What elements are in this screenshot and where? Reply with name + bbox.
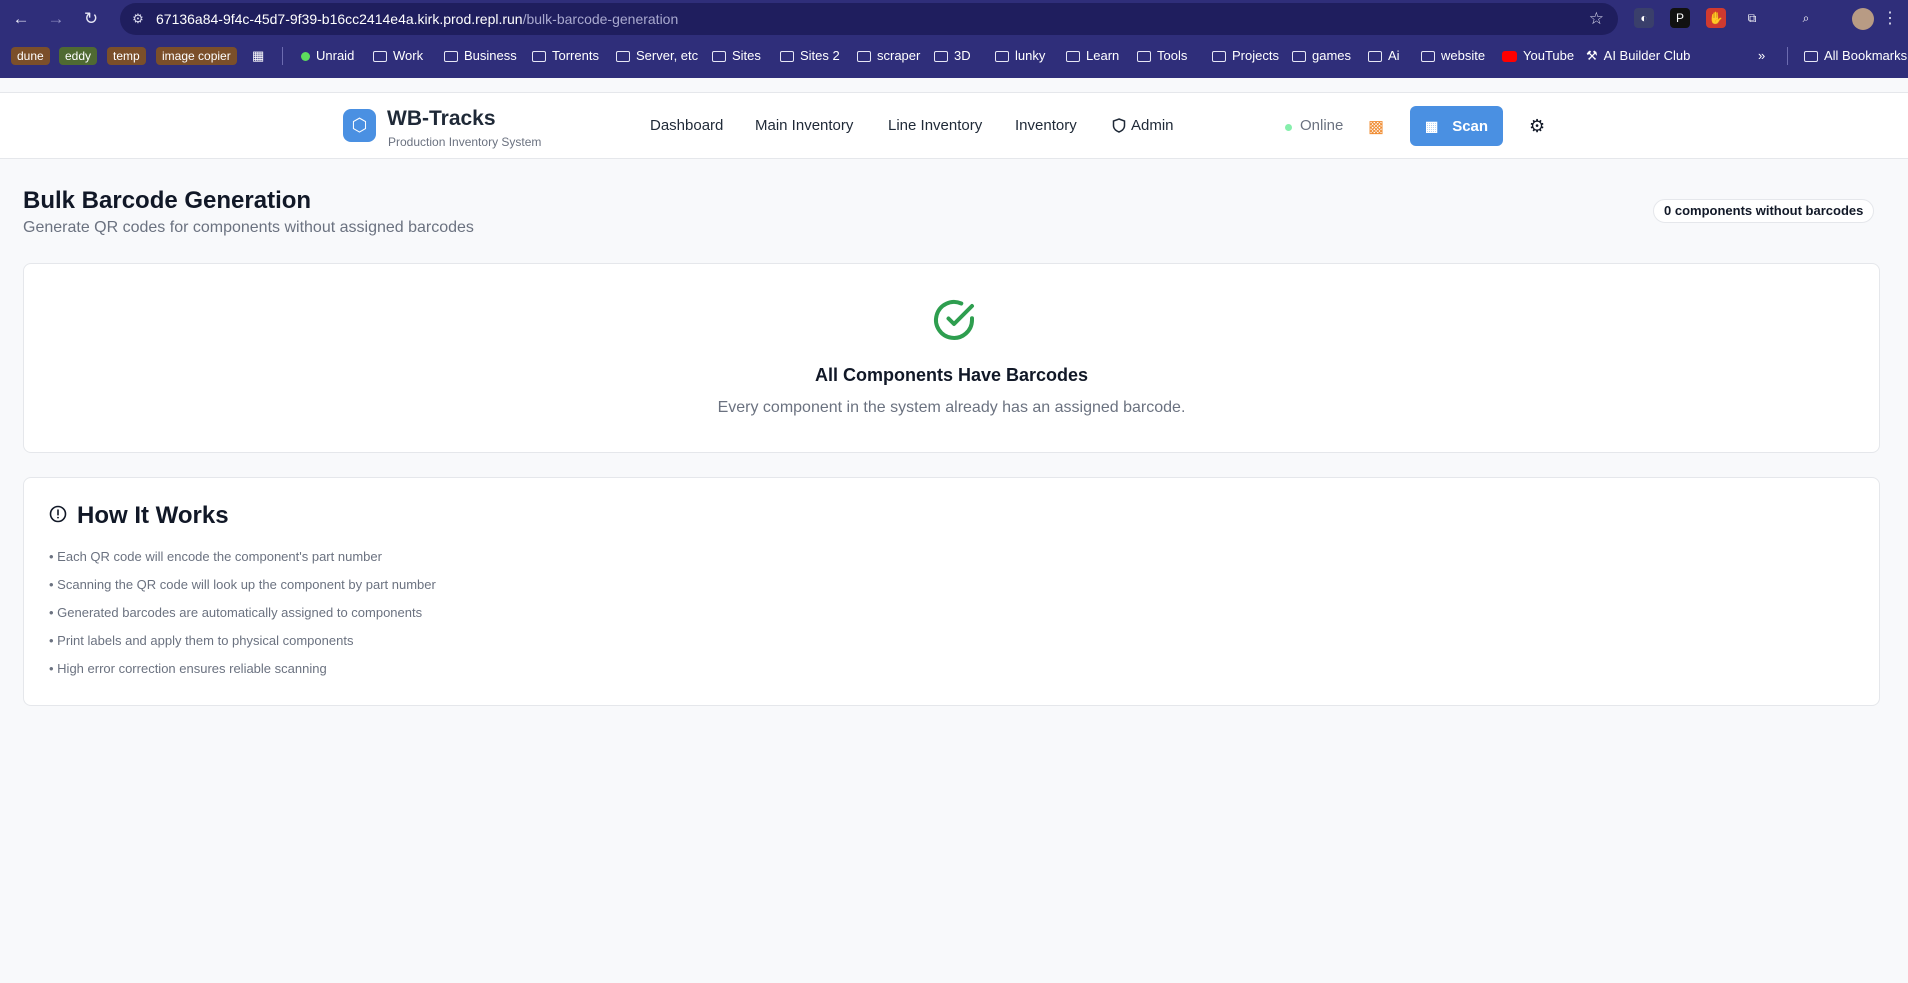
nav-dashboard[interactable]: Dashboard bbox=[650, 117, 723, 134]
brand-name[interactable]: WB-Tracks bbox=[387, 107, 496, 131]
url-text[interactable]: 67136a84-9f4c-45d7-9f39-b16cc2414e4a.kir… bbox=[156, 11, 678, 27]
list-item: • Scanning the QR code will look up the … bbox=[49, 577, 436, 592]
status-badge: 0 components without barcodes bbox=[1653, 199, 1875, 223]
folder-icon bbox=[1212, 50, 1226, 62]
bookmark-folder[interactable]: Work bbox=[373, 46, 423, 66]
how-it-works-title: How It Works bbox=[77, 502, 229, 529]
bookmark-folder[interactable]: Ai bbox=[1368, 46, 1400, 66]
page-subtitle: Generate QR codes for components without… bbox=[23, 219, 474, 236]
extension-icon[interactable]: P bbox=[1670, 8, 1690, 28]
bookmark-folder[interactable]: website bbox=[1421, 46, 1485, 66]
reload-icon[interactable]: ↻ bbox=[79, 7, 103, 31]
folder-icon bbox=[373, 50, 387, 62]
folder-icon bbox=[616, 50, 630, 62]
bookmarks-overflow[interactable]: » bbox=[1758, 46, 1765, 66]
tab-search-icon[interactable]: ⌕ bbox=[1796, 8, 1816, 28]
cube-icon[interactable]: ⬡ bbox=[343, 109, 376, 142]
list-item: • Generated barcodes are automatically a… bbox=[49, 605, 423, 620]
more-icon[interactable]: ⋮ bbox=[1882, 8, 1898, 28]
bookmark-pill[interactable]: temp bbox=[107, 47, 146, 65]
how-it-works-card: How It Works • Each QR code will encode … bbox=[23, 477, 1880, 706]
browser-chrome: ← → ↻ ⚙ 67136a84-9f4c-45d7-9f39-b16cc241… bbox=[0, 0, 1908, 78]
scan-label: Scan bbox=[1452, 117, 1489, 135]
bookmarks-bar: dune eddy temp image copier ▦ Unraid Wor… bbox=[0, 42, 1908, 70]
qr-code-icon[interactable]: ▩ bbox=[1368, 118, 1386, 136]
bookmark-pill[interactable]: eddy bbox=[59, 47, 98, 65]
shield-icon bbox=[1112, 118, 1126, 133]
folder-icon bbox=[857, 50, 871, 62]
how-it-works-list: • Each QR code will encode the component… bbox=[49, 549, 436, 689]
gear-icon[interactable]: ⚙ bbox=[1529, 116, 1545, 137]
address-row: ← → ↻ ⚙ 67136a84-9f4c-45d7-9f39-b16cc241… bbox=[0, 0, 1908, 38]
brand-tagline: Production Inventory System bbox=[388, 135, 542, 149]
folder-icon bbox=[444, 50, 458, 62]
forward-icon[interactable]: → bbox=[44, 7, 68, 31]
check-circle-icon bbox=[934, 299, 974, 340]
hammer-icon: ⚒ bbox=[1586, 48, 1598, 63]
youtube-icon bbox=[1502, 50, 1517, 62]
unraid-icon bbox=[301, 51, 310, 61]
nav-inventory[interactable]: Inventory bbox=[1015, 117, 1077, 134]
all-done-card: All Components Have Barcodes Every compo… bbox=[23, 263, 1880, 453]
folder-icon bbox=[712, 50, 726, 62]
list-item: • Print labels and apply them to physica… bbox=[49, 633, 354, 648]
bookmark-folder[interactable]: scraper bbox=[857, 46, 920, 66]
connection-status: Online bbox=[1300, 117, 1344, 134]
back-icon[interactable]: ← bbox=[9, 7, 33, 31]
folder-icon bbox=[1421, 50, 1435, 62]
list-item: • Each QR code will encode the component… bbox=[49, 549, 382, 564]
avatar[interactable] bbox=[1852, 8, 1874, 30]
bookmark-folder[interactable]: Sites 2 bbox=[780, 46, 840, 66]
alert-circle-icon bbox=[49, 505, 67, 523]
bookmark-folder[interactable]: Business bbox=[444, 46, 517, 66]
folder-icon bbox=[532, 50, 546, 62]
page-title: Bulk Barcode Generation bbox=[23, 187, 312, 214]
puzzle-icon[interactable]: ⧉ bbox=[1742, 8, 1762, 28]
nav-main-inventory[interactable]: Main Inventory bbox=[755, 117, 853, 134]
bookmark-unraid[interactable]: Unraid bbox=[301, 46, 354, 66]
bookmark-folder[interactable]: Torrents bbox=[532, 46, 599, 66]
nav-line-inventory[interactable]: Line Inventory bbox=[888, 117, 982, 134]
folder-icon bbox=[1137, 50, 1151, 62]
done-subtitle: Every component in the system already ha… bbox=[717, 399, 1186, 416]
bookmark-pill[interactable]: dune bbox=[11, 47, 50, 65]
bookmark-pill[interactable]: image copier bbox=[156, 47, 237, 65]
folder-icon bbox=[1292, 50, 1306, 62]
list-item: • High error correction ensures reliable… bbox=[49, 661, 327, 676]
all-bookmarks[interactable]: All Bookmarks bbox=[1804, 46, 1907, 66]
apps-icon[interactable]: ▦ bbox=[252, 46, 264, 66]
extension-icon[interactable]: ✋ bbox=[1706, 8, 1726, 28]
bookmark-folder[interactable]: Learn bbox=[1066, 46, 1119, 66]
done-title: All Components Have Barcodes bbox=[814, 365, 1089, 385]
folder-icon bbox=[1368, 50, 1382, 62]
site-info-icon[interactable]: ⚙ bbox=[130, 11, 146, 27]
star-icon[interactable]: ☆ bbox=[1589, 9, 1604, 29]
folder-icon bbox=[1066, 50, 1080, 62]
bookmark-folder[interactable]: games bbox=[1292, 46, 1351, 66]
nav-admin[interactable]: Admin bbox=[1112, 117, 1174, 134]
bookmark-folder[interactable]: Server, etc bbox=[616, 46, 698, 66]
app-header: ⬡ WB-Tracks Production Inventory System … bbox=[0, 92, 1908, 159]
divider bbox=[282, 47, 283, 65]
bookmark-folder[interactable]: 3D bbox=[934, 46, 971, 66]
bookmark-ai-builder-club[interactable]: ⚒ AI Builder Club bbox=[1586, 46, 1690, 66]
extension-icon[interactable]: ◐ bbox=[1634, 8, 1654, 28]
folder-icon bbox=[780, 50, 794, 62]
folder-icon bbox=[934, 50, 948, 62]
address-bar[interactable]: ⚙ 67136a84-9f4c-45d7-9f39-b16cc2414e4a.k… bbox=[120, 3, 1618, 35]
divider bbox=[1787, 47, 1788, 65]
status-dot bbox=[1285, 124, 1292, 131]
bookmark-folder[interactable]: lunky bbox=[995, 46, 1045, 66]
bookmark-folder[interactable]: Projects bbox=[1212, 46, 1279, 66]
folder-icon bbox=[995, 50, 1009, 62]
bookmark-youtube[interactable]: YouTube bbox=[1502, 46, 1574, 66]
folder-icon bbox=[1804, 50, 1818, 62]
bookmark-folder[interactable]: Sites bbox=[712, 46, 761, 66]
bookmark-folder[interactable]: Tools bbox=[1137, 46, 1187, 66]
nav-admin-label: Admin bbox=[1131, 117, 1174, 134]
scan-icon: ▦ bbox=[1424, 117, 1439, 134]
scan-button[interactable]: ▦ Scan bbox=[1410, 106, 1503, 146]
